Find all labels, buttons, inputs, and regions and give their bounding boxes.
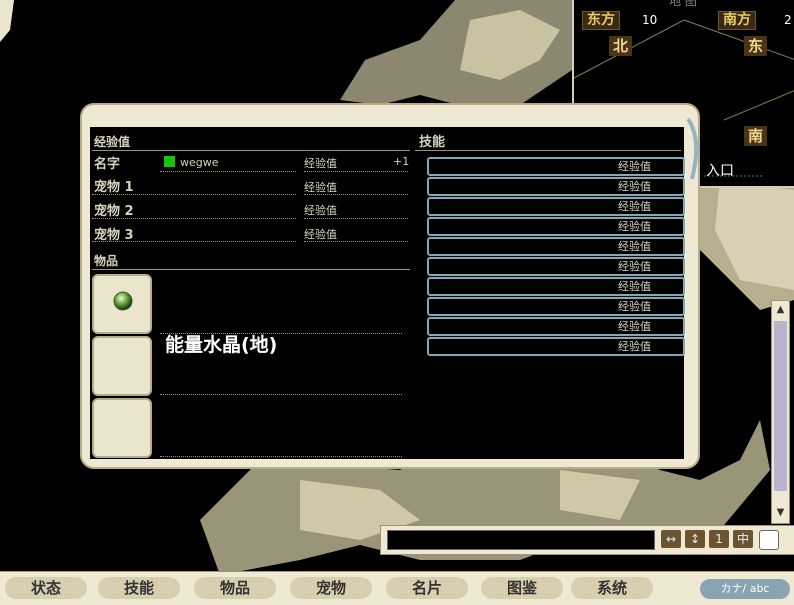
status-panel: 经验值 技能 名字 wegwe 经验值 +1 宠物 1 经验值 宠物 2 经验值… bbox=[80, 103, 700, 469]
scroll-up-icon[interactable]: ▲ bbox=[773, 302, 788, 317]
name-exp-value: +1 bbox=[393, 155, 410, 168]
chat-channel-button[interactable]: 1 bbox=[709, 530, 729, 548]
menu-encyclopedia-button[interactable]: 图鉴 bbox=[481, 577, 563, 599]
crystal-orb-icon bbox=[113, 291, 133, 311]
panel-content: 经验值 技能 名字 wegwe 经验值 +1 宠物 1 经验值 宠物 2 经验值… bbox=[90, 127, 685, 459]
skill-slot[interactable]: 经验值 bbox=[427, 317, 685, 336]
skill-slot[interactable]: 经验值 bbox=[427, 277, 685, 296]
pet-2-exp-label: 经验值 bbox=[304, 204, 337, 217]
skill-slot[interactable]: 经验值 bbox=[427, 217, 685, 236]
skill-slot[interactable]: 经验值 bbox=[427, 297, 685, 316]
section-skills-title: 技能 bbox=[419, 135, 446, 150]
item-1-name: 能量水晶(地) bbox=[165, 334, 278, 356]
name-label: 名字 bbox=[94, 157, 121, 172]
skill-label: 经验值 bbox=[618, 240, 651, 253]
skill-slot[interactable]: 经验值 bbox=[427, 257, 685, 276]
scroll-down-icon[interactable]: ▼ bbox=[773, 505, 788, 520]
chat-option-checkbox[interactable] bbox=[759, 530, 779, 550]
scroll-thumb[interactable] bbox=[774, 321, 787, 491]
skill-slot[interactable]: 经验值 bbox=[427, 177, 685, 196]
skill-label: 经验值 bbox=[618, 180, 651, 193]
skill-slot[interactable]: 经验值 bbox=[427, 157, 685, 176]
chat-bar: ↔ ↕ 1 中 bbox=[380, 525, 794, 555]
section-items-title: 物品 bbox=[94, 254, 119, 268]
skill-label: 经验值 bbox=[618, 160, 651, 173]
name-exp-label: 经验值 bbox=[304, 157, 337, 170]
main-menu-bar: 状态 技能 物品 宠物 名片 图鉴 系统 カナ/ abc bbox=[0, 571, 794, 605]
skill-label: 经验值 bbox=[618, 280, 651, 293]
chat-language-button[interactable]: 中 bbox=[733, 530, 753, 548]
skill-label: 经验值 bbox=[618, 320, 651, 333]
name-marker bbox=[164, 156, 175, 167]
menu-pets-button[interactable]: 宠物 bbox=[290, 577, 372, 599]
section-exp-title: 经验值 bbox=[94, 135, 131, 149]
chat-log-scrollbar[interactable]: ▲ ▼ bbox=[771, 300, 790, 524]
chat-width-toggle-button[interactable]: ↔ bbox=[661, 530, 681, 548]
minimap-entrance: 入口 bbox=[706, 163, 734, 179]
skill-label: 经验值 bbox=[618, 200, 651, 213]
skill-slot[interactable]: 经验值 bbox=[427, 197, 685, 216]
item-slot-3[interactable] bbox=[92, 398, 152, 458]
menu-skills-button[interactable]: 技能 bbox=[98, 577, 180, 599]
menu-card-button[interactable]: 名片 bbox=[386, 577, 468, 599]
skill-slot[interactable]: 经验值 bbox=[427, 337, 685, 356]
menu-items-button[interactable]: 物品 bbox=[194, 577, 276, 599]
chat-input[interactable] bbox=[387, 530, 655, 550]
player-name: wegwe bbox=[180, 156, 219, 169]
skill-label: 经验值 bbox=[618, 300, 651, 313]
item-slot-1[interactable] bbox=[92, 274, 152, 334]
minimap-east: 东 bbox=[744, 36, 768, 56]
panel-ornament bbox=[686, 117, 699, 180]
item-slot-2[interactable] bbox=[92, 336, 152, 396]
minimap-south: 南 bbox=[744, 126, 768, 146]
skill-label: 经验值 bbox=[618, 340, 651, 353]
skill-slot[interactable]: 经验值 bbox=[427, 237, 685, 256]
skill-label: 经验值 bbox=[618, 220, 651, 233]
menu-system-button[interactable]: 系统 bbox=[571, 577, 653, 599]
minimap-north: 北 bbox=[609, 36, 633, 56]
skill-label: 经验值 bbox=[618, 260, 651, 273]
chat-height-toggle-button[interactable]: ↕ bbox=[685, 530, 705, 548]
menu-status-button[interactable]: 状态 bbox=[5, 577, 87, 599]
ime-toggle[interactable]: カナ/ abc bbox=[700, 579, 790, 599]
